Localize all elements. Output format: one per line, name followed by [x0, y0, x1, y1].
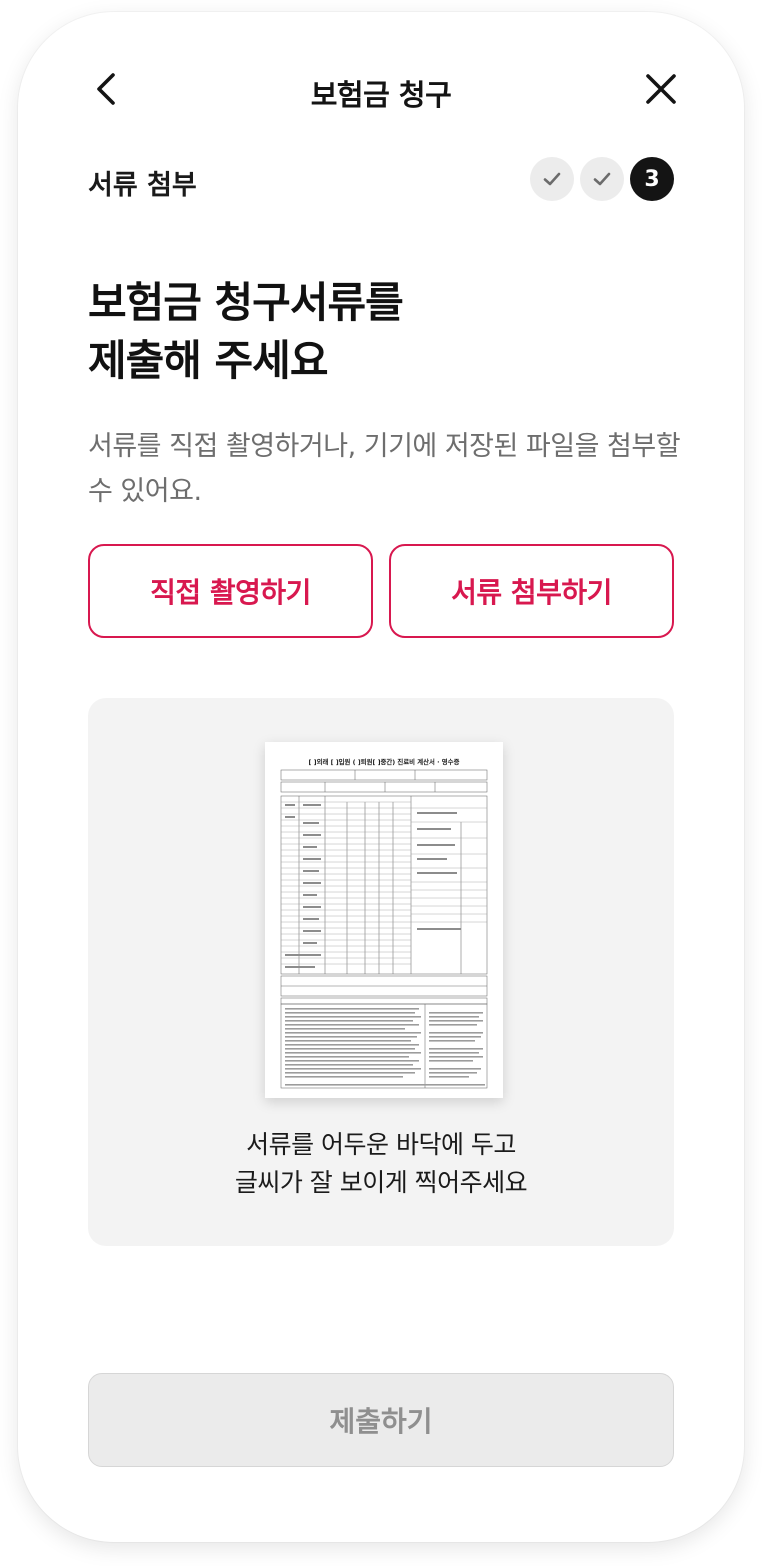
guide-line-2: 글씨가 잘 보이게 찍어주세요	[234, 1168, 528, 1197]
close-icon	[646, 74, 676, 104]
upload-actions: 직접 촬영하기 서류 첨부하기	[88, 544, 674, 638]
step-1-complete	[530, 157, 574, 201]
document-title-text: [ ]외래 [ ]입원 ( ]퇴원[ ]중간) 진료비 계산서 · 영수증	[309, 757, 460, 766]
top-bar: 보험금 청구	[18, 52, 744, 126]
attach-document-button[interactable]: 서류 첨부하기	[389, 544, 674, 638]
step-label: 서류 첨부	[88, 170, 197, 201]
phone-frame: 보험금 청구 서류 첨부 3 보험금 청구서류를 제출해 주세요 서류를 직접 …	[18, 12, 744, 1542]
headline-line-1: 보험금 청구서류를	[88, 278, 404, 327]
step-progress: 3	[530, 157, 674, 201]
description-text: 서류를 직접 촬영하거나, 기기에 저장된 파일을 첨부할 수 있어요.	[88, 431, 681, 507]
headline-line-2: 제출해 주세요	[88, 336, 328, 385]
document-illustration: [ ]외래 [ ]입원 ( ]퇴원[ ]중간) 진료비 계산서 · 영수증	[280, 757, 488, 1089]
document-sample-image: [ ]외래 [ ]입원 ( ]퇴원[ ]중간) 진료비 계산서 · 영수증	[265, 742, 503, 1098]
page-title: 보험금 청구	[310, 78, 452, 112]
submit-button[interactable]: 제출하기	[88, 1373, 674, 1467]
step-3-current: 3	[630, 157, 674, 201]
check-icon	[593, 172, 611, 186]
guide-line-1: 서류를 어두운 바닥에 두고	[246, 1130, 516, 1159]
take-photo-button[interactable]: 직접 촬영하기	[88, 544, 373, 638]
step-indicator-row: 서류 첨부 3	[88, 157, 674, 203]
photo-guide-card: [ ]외래 [ ]입원 ( ]퇴원[ ]중간) 진료비 계산서 · 영수증 서류…	[88, 698, 674, 1246]
main-headline: 보험금 청구서류를 제출해 주세요	[88, 274, 404, 390]
close-button[interactable]	[638, 66, 684, 112]
step-2-complete	[580, 157, 624, 201]
check-icon	[543, 172, 561, 186]
photo-guide-text: 서류를 어두운 바닥에 두고 글씨가 잘 보이게 찍어주세요	[88, 1126, 674, 1202]
